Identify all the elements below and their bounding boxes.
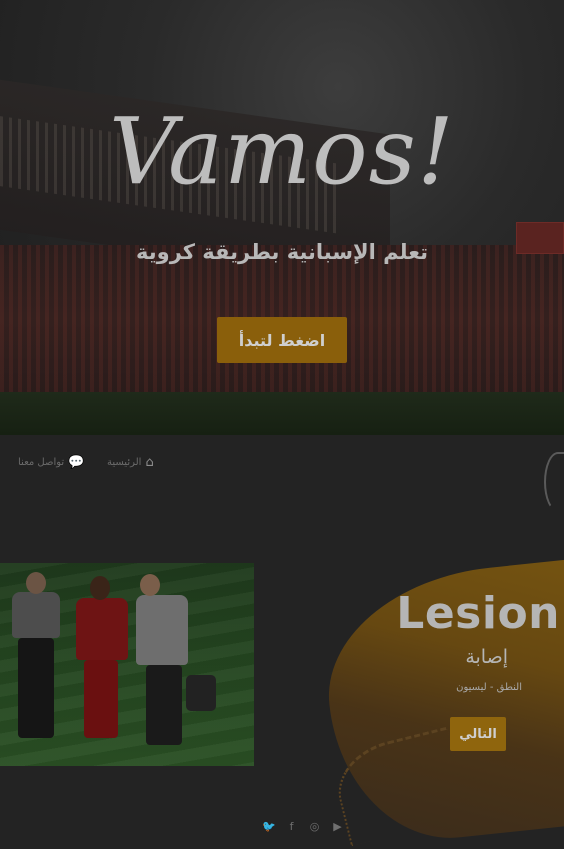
next-button[interactable]: التالي (450, 717, 506, 751)
hero-title: Vamos! (109, 98, 455, 205)
figure-staff-right-legs (146, 665, 182, 745)
lesson-pronunciation: النطق - ليسيون (456, 682, 522, 693)
lesson-word: Lesion (396, 588, 560, 639)
facebook-icon[interactable]: f (285, 820, 298, 833)
hero-banner: Vamos! تعلم الإسبانية بطريقة كروية اضغط … (0, 0, 564, 435)
nav-contact-label: تواصل معنا (18, 457, 65, 468)
main-nav: الرئيسية ⌂ تواصل معنا 💬 (0, 455, 564, 479)
figure-staff-right-head (140, 574, 160, 596)
site-logo[interactable] (544, 452, 564, 512)
medical-bag (186, 675, 216, 711)
nav-item-home[interactable]: الرئيسية ⌂ (107, 455, 154, 470)
instagram-icon[interactable]: ◎ (308, 820, 321, 833)
figure-player-head (90, 576, 110, 600)
start-button[interactable]: اضغط لتبدأ (217, 317, 347, 363)
lesson-translation: إصابة (465, 646, 508, 668)
twitter-icon[interactable]: 🐦 (262, 820, 276, 833)
figure-player (76, 598, 128, 660)
home-icon: ⌂ (145, 455, 154, 470)
figure-player-legs (84, 660, 118, 738)
figure-staff-left-legs (18, 638, 54, 738)
chat-bubbles-icon: 💬 (68, 455, 85, 470)
hero-subtitle: تعلم الإسبانية بطريقة كروية (136, 240, 428, 264)
nav-item-contact[interactable]: تواصل معنا 💬 (18, 455, 84, 470)
social-links: 🐦 f ◎ ▶ (262, 820, 344, 833)
youtube-icon[interactable]: ▶ (331, 820, 344, 833)
stadium-pitch (0, 392, 564, 435)
figure-staff-right (136, 595, 188, 665)
nav-home-label: الرئيسية (107, 457, 142, 468)
figure-staff-left-head (26, 572, 46, 594)
figure-staff-left (12, 592, 60, 638)
